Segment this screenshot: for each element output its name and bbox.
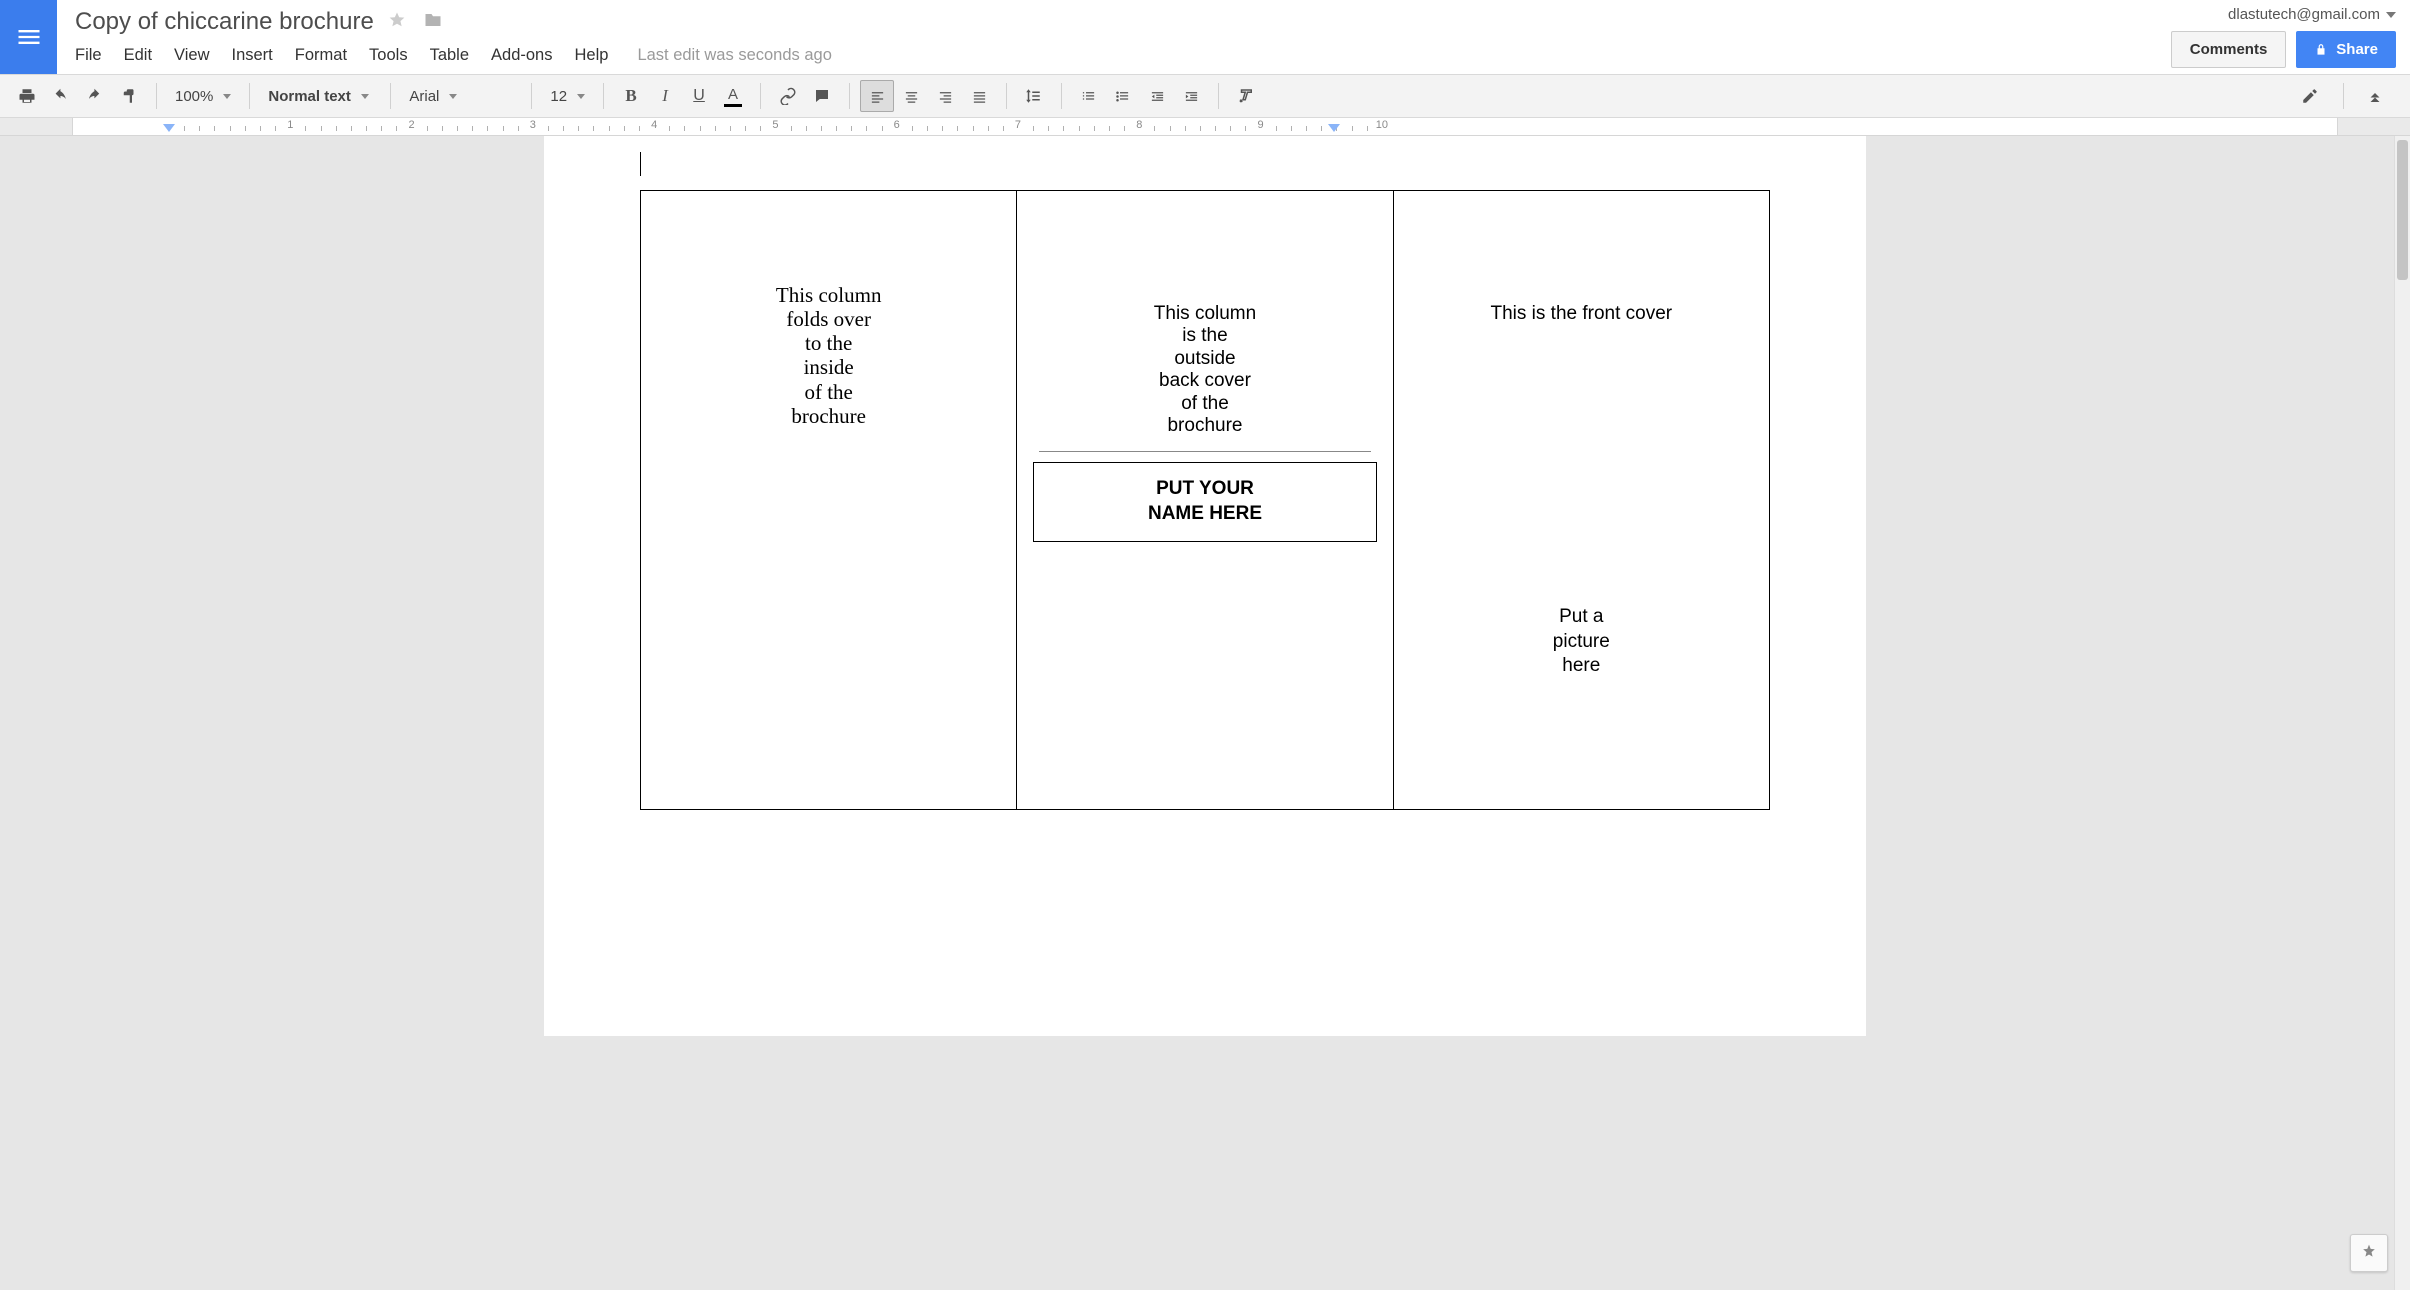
text-cursor	[640, 152, 641, 176]
numbered-list-button[interactable]	[1072, 80, 1106, 112]
bold-button[interactable]: B	[614, 80, 648, 112]
increase-indent-button[interactable]	[1174, 80, 1208, 112]
docs-home-button[interactable]	[0, 0, 57, 74]
document-canvas[interactable]: This columnfolds overto theinsideof theb…	[0, 136, 2410, 1290]
italic-button[interactable]: I	[648, 80, 682, 112]
paint-format-button[interactable]	[112, 80, 146, 112]
brochure-panel-1[interactable]: This columnfolds overto theinsideof theb…	[641, 191, 1017, 809]
brochure-panel-3[interactable]: This is the front cover Put apicturehere	[1394, 191, 1769, 809]
account-dropdown-icon	[2386, 12, 2396, 18]
ruler-number: 7	[1015, 119, 1021, 131]
last-edit-label[interactable]: Last edit was seconds ago	[637, 46, 831, 65]
account-area: dlastutech@gmail.com Comments Share	[2171, 0, 2410, 74]
menu-bar: File Edit View Insert Format Tools Table…	[75, 40, 2171, 70]
paragraph-style-select[interactable]: Normal text	[260, 80, 380, 112]
share-button[interactable]: Share	[2296, 31, 2396, 68]
document-page[interactable]: This columnfolds overto theinsideof theb…	[544, 136, 1866, 1036]
lock-icon	[2314, 43, 2328, 57]
panel2-divider	[1039, 451, 1370, 452]
collapse-toolbar-button[interactable]	[2358, 80, 2392, 112]
account-email[interactable]: dlastutech@gmail.com	[2228, 6, 2396, 23]
scrollbar-thumb[interactable]	[2397, 140, 2408, 280]
star-icon[interactable]	[388, 11, 406, 34]
explore-button[interactable]	[2350, 1234, 2388, 1272]
brochure-table[interactable]: This columnfolds overto theinsideof theb…	[640, 190, 1770, 810]
comments-button[interactable]: Comments	[2171, 31, 2287, 68]
menu-view[interactable]: View	[163, 46, 220, 65]
decrease-indent-button[interactable]	[1140, 80, 1174, 112]
document-title[interactable]: Copy of chiccarine brochure	[75, 8, 374, 36]
undo-button[interactable]	[44, 80, 78, 112]
title-area: Copy of chiccarine brochure File Edit Vi…	[57, 0, 2171, 74]
paragraph-style-value: Normal text	[268, 88, 351, 105]
redo-button[interactable]	[78, 80, 112, 112]
insert-comment-button[interactable]	[805, 80, 839, 112]
font-family-select[interactable]: Arial	[401, 80, 521, 112]
menu-edit[interactable]: Edit	[113, 46, 163, 65]
line-spacing-button[interactable]	[1017, 80, 1051, 112]
brochure-panel-2[interactable]: This columnis theoutsideback coverof the…	[1017, 191, 1393, 809]
ruler-number: 1	[287, 119, 293, 131]
print-button[interactable]	[10, 80, 44, 112]
titlebar: Copy of chiccarine brochure File Edit Vi…	[0, 0, 2410, 74]
text-color-button[interactable]: A	[716, 80, 750, 112]
ruler-number: 5	[772, 119, 778, 131]
account-email-text: dlastutech@gmail.com	[2228, 6, 2380, 23]
move-to-folder-icon[interactable]	[422, 11, 444, 34]
font-family-value: Arial	[409, 88, 439, 105]
zoom-value: 100%	[175, 88, 213, 105]
menu-tools[interactable]: Tools	[358, 46, 419, 65]
ruler-number: 4	[651, 119, 657, 131]
clear-formatting-button[interactable]	[1229, 80, 1263, 112]
zoom-select[interactable]: 100%	[167, 80, 239, 112]
menu-addons[interactable]: Add-ons	[480, 46, 563, 65]
bulleted-list-button[interactable]	[1106, 80, 1140, 112]
align-left-button[interactable]	[860, 80, 894, 112]
ruler-number: 9	[1257, 119, 1263, 131]
ruler-left-indent-marker[interactable]	[163, 124, 175, 132]
horizontal-ruler[interactable]: 1 2 3 4 5 6 7 8 9 10	[0, 118, 2410, 136]
ruler-number: 2	[409, 119, 415, 131]
menu-insert[interactable]: Insert	[221, 46, 284, 65]
menu-file[interactable]: File	[75, 46, 113, 65]
vertical-scrollbar[interactable]	[2394, 136, 2410, 1290]
panel2-text[interactable]: This columnis theoutsideback coverof the…	[1031, 303, 1378, 437]
menu-format[interactable]: Format	[284, 46, 358, 65]
panel3-title[interactable]: This is the front cover	[1408, 303, 1755, 325]
ruler-number: 8	[1136, 119, 1142, 131]
font-size-value: 12	[550, 88, 567, 105]
share-label: Share	[2336, 41, 2378, 58]
ruler-number: 10	[1376, 119, 1388, 131]
underline-button[interactable]: U	[682, 80, 716, 112]
editing-mode-button[interactable]	[2295, 80, 2329, 112]
ruler-right-indent-marker[interactable]	[1328, 124, 1340, 132]
panel3-picture-placeholder[interactable]: Put apicturehere	[1408, 605, 1755, 679]
font-size-select[interactable]: 12	[542, 80, 593, 112]
align-center-button[interactable]	[894, 80, 928, 112]
insert-link-button[interactable]	[771, 80, 805, 112]
align-justify-button[interactable]	[962, 80, 996, 112]
ruler-number: 3	[530, 119, 536, 131]
panel1-text[interactable]: This columnfolds overto theinsideof theb…	[655, 283, 1002, 428]
align-right-button[interactable]	[928, 80, 962, 112]
menu-help[interactable]: Help	[564, 46, 620, 65]
menu-table[interactable]: Table	[419, 46, 480, 65]
toolbar: 100% Normal text Arial 12 B I U A	[0, 74, 2410, 118]
ruler-number: 6	[894, 119, 900, 131]
panel2-name-box[interactable]: PUT YOURNAME HERE	[1033, 462, 1376, 541]
